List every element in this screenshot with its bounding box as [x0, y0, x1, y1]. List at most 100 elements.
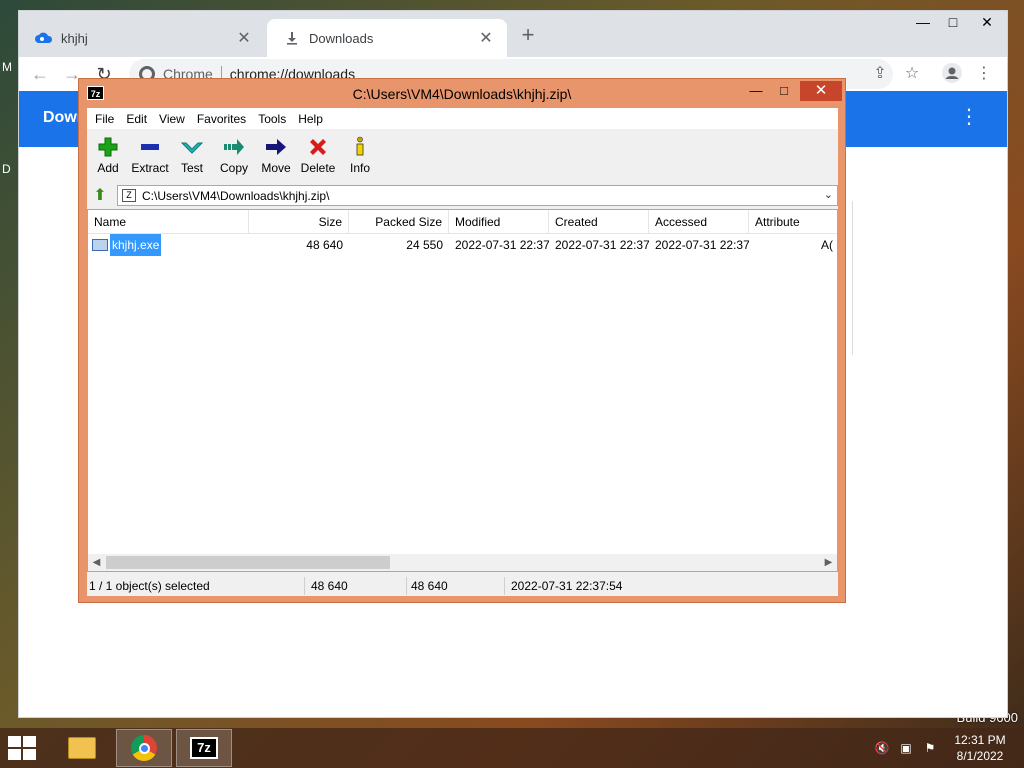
new-tab-button[interactable]: +: [517, 24, 539, 47]
extract-label: Extract: [131, 161, 169, 175]
taskbar-chrome[interactable]: [116, 729, 172, 767]
column-header-accessed[interactable]: Accessed: [649, 210, 749, 234]
menu-file[interactable]: File: [89, 112, 120, 126]
packed-size-cell: 24 550: [406, 238, 443, 252]
column-header-size[interactable]: Size: [249, 210, 349, 234]
plus-icon: [87, 136, 129, 158]
bookmark-star-icon[interactable]: ☆: [901, 63, 923, 85]
scrollbar-thumb[interactable]: [106, 556, 390, 569]
close-button[interactable]: ✕: [800, 81, 842, 101]
attributes-cell: A(: [821, 238, 833, 252]
column-header-modified[interactable]: Modified: [449, 210, 549, 234]
network-icon[interactable]: ▣: [898, 740, 914, 756]
address-row: ⬆ Z C:\Users\VM4\Downloads\khjhj.zip\ ⌄: [87, 184, 838, 207]
clock-date: 8/1/2022: [956, 749, 1004, 763]
path-text: C:\Users\VM4\Downloads\khjhj.zip\: [142, 188, 330, 203]
taskbar: 7z 🔇 ▣ ⚑ 12:31 PM 8/1/2022: [0, 728, 1024, 768]
column-header-created[interactable]: Created: [549, 210, 649, 234]
share-icon[interactable]: ⇪: [869, 63, 891, 85]
status-date: 2022-07-31 22:37:54: [511, 579, 623, 593]
windows-logo-icon: [8, 736, 21, 747]
folder-icon: [68, 737, 96, 759]
status-size: 48 640: [309, 577, 407, 595]
sevenzip-icon: 7z: [190, 737, 218, 759]
scroll-left-icon[interactable]: ◀: [88, 554, 105, 571]
delete-button[interactable]: Delete: [297, 130, 339, 182]
menu-edit[interactable]: Edit: [120, 112, 153, 126]
minimize-button[interactable]: —: [907, 11, 939, 33]
move-button[interactable]: Move: [255, 130, 297, 182]
zip-archive-icon: Z: [122, 189, 136, 202]
downloads-menu-icon[interactable]: ⋮: [959, 107, 979, 127]
volume-muted-icon[interactable]: 🔇: [874, 740, 890, 756]
scroll-right-icon[interactable]: ▶: [820, 554, 837, 571]
delete-x-icon: [297, 136, 339, 158]
sevenzip-titlebar[interactable]: 7z C:\Users\VM4\Downloads\khjhj.zip\ — □…: [79, 79, 845, 107]
maximize-button[interactable]: □: [937, 11, 969, 33]
horizontal-scrollbar[interactable]: ◀ ▶: [88, 554, 837, 571]
back-icon[interactable]: ←: [27, 61, 53, 87]
profile-avatar-icon[interactable]: [941, 63, 963, 85]
file-list: Name Size Packed Size Modified Created A…: [87, 209, 838, 572]
close-button[interactable]: ✕: [967, 11, 1007, 33]
tab-downloads[interactable]: Downloads ✕: [267, 19, 507, 57]
chrome-tabstrip: khjhj ✕ Downloads ✕ + — □ ✕: [19, 11, 1007, 57]
minimize-button[interactable]: —: [745, 81, 767, 101]
add-label: Add: [97, 161, 119, 175]
menu-help[interactable]: Help: [292, 112, 329, 126]
taskbar-clock[interactable]: 12:31 PM 8/1/2022: [942, 732, 1018, 764]
column-header-packed-size[interactable]: Packed Size: [349, 210, 449, 234]
maximize-button[interactable]: □: [773, 81, 795, 101]
desktop-icon-label-peek: M: [2, 60, 12, 74]
chrome-icon: [131, 735, 157, 761]
status-selection: 1 / 1 object(s) selected: [87, 577, 305, 595]
sevenzip-toolbar: Add Extract Test Copy Move Delete Info: [87, 130, 838, 182]
download-card-edge: [849, 201, 853, 355]
info-button[interactable]: Info: [339, 130, 381, 182]
menu-view[interactable]: View: [153, 112, 191, 126]
window-title: C:\Users\VM4\Downloads\khjhj.zip\: [352, 86, 572, 102]
download-icon: [283, 29, 301, 47]
column-headers: Name Size Packed Size Modified Created A…: [88, 210, 837, 234]
minus-icon: [129, 136, 171, 158]
path-field[interactable]: Z C:\Users\VM4\Downloads\khjhj.zip\ ⌄: [117, 185, 838, 206]
desktop-icon-label-peek: D: [2, 162, 11, 176]
copy-button[interactable]: Copy: [213, 130, 255, 182]
info-icon: [339, 136, 381, 158]
column-header-name[interactable]: Name: [88, 210, 249, 234]
up-folder-icon[interactable]: ⬆: [90, 186, 110, 205]
info-label: Info: [349, 161, 370, 175]
test-button[interactable]: Test: [171, 130, 213, 182]
column-header-attributes[interactable]: Attribute: [749, 210, 837, 234]
copy-label: Copy: [219, 161, 248, 175]
size-cell: 48 640: [306, 238, 343, 252]
file-name-cell[interactable]: khjhj.exe: [88, 234, 249, 256]
tab-khjhj[interactable]: khjhj ✕: [19, 19, 265, 57]
modified-cell: 2022-07-31 22:37: [455, 238, 549, 252]
status-bar: 1 / 1 object(s) selected 48 640 48 640 2…: [87, 574, 838, 596]
test-label: Test: [180, 161, 203, 175]
tab-close-icon[interactable]: ✕: [477, 28, 495, 48]
add-button[interactable]: Add: [87, 130, 129, 182]
chevron-down-icon[interactable]: ⌄: [824, 188, 833, 201]
extract-button[interactable]: Extract: [129, 130, 171, 182]
status-packed: 48 640: [409, 577, 505, 595]
menu-bar: File Edit View Favorites Tools Help: [87, 108, 838, 129]
tab-title: khjhj: [61, 30, 88, 46]
menu-tools[interactable]: Tools: [252, 112, 292, 126]
taskbar-file-explorer[interactable]: [54, 729, 110, 767]
action-center-flag-icon[interactable]: ⚑: [922, 740, 938, 756]
copy-arrow-icon: [213, 136, 255, 158]
delete-label: Delete: [300, 161, 336, 175]
sevenzip-client: File Edit View Favorites Tools Help Add …: [87, 108, 838, 596]
tab-close-icon[interactable]: ✕: [235, 28, 253, 48]
created-cell: 2022-07-31 22:37: [555, 238, 649, 252]
taskbar-7zip[interactable]: 7z: [176, 729, 232, 767]
file-name: khjhj.exe: [110, 234, 162, 256]
menu-favorites[interactable]: Favorites: [191, 112, 252, 126]
accessed-cell: 2022-07-31 22:37: [655, 238, 749, 252]
move-label: Move: [261, 161, 291, 175]
start-button[interactable]: [8, 736, 38, 760]
kebab-menu-icon[interactable]: ⋮: [973, 63, 995, 85]
table-row[interactable]: khjhj.exe 48 640 24 550 2022-07-31 22:37…: [88, 234, 837, 256]
